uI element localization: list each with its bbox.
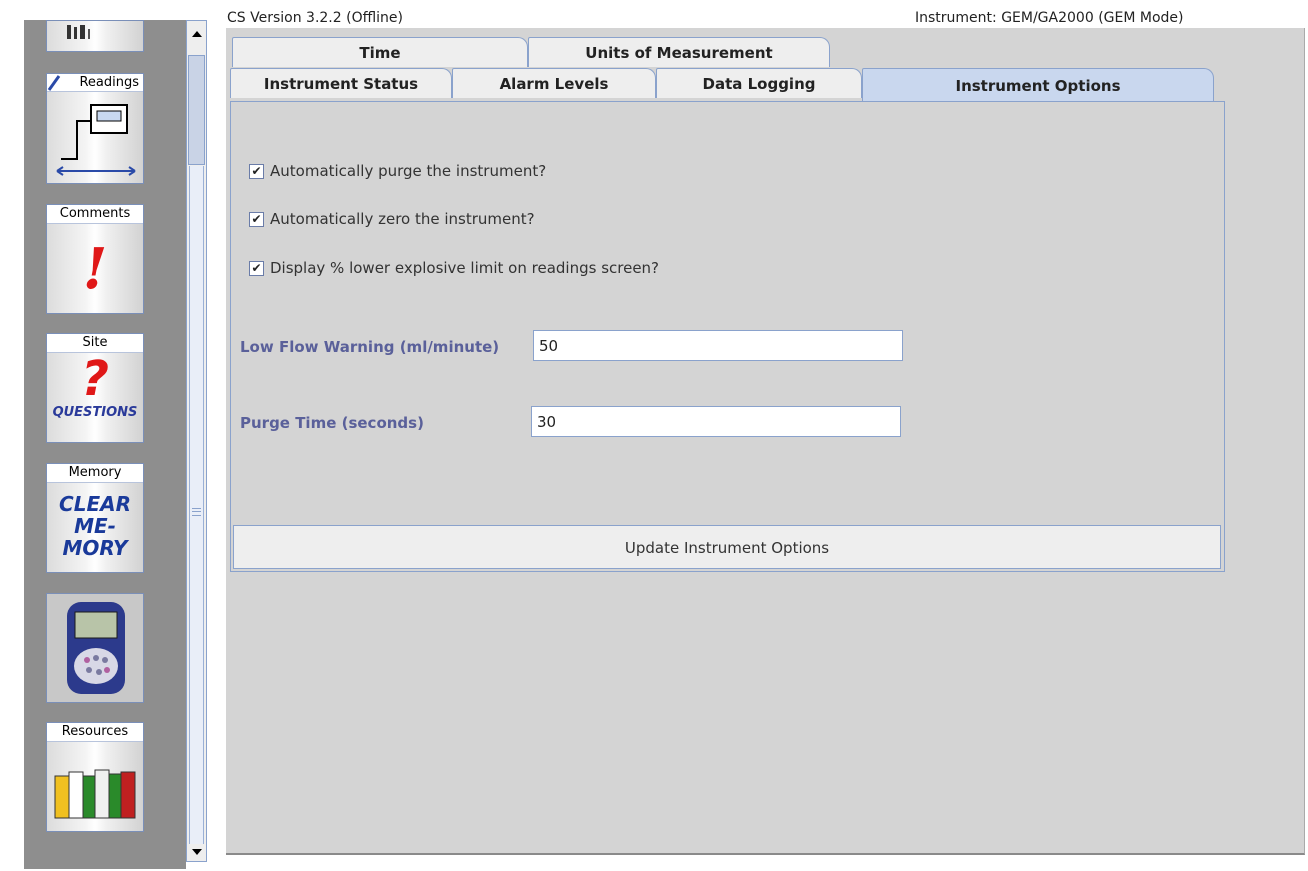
display-lel-checkbox[interactable]: ✔ bbox=[249, 260, 264, 276]
books-icon bbox=[54, 769, 136, 819]
tab-time[interactable]: Time bbox=[232, 37, 528, 67]
sidebar-item-device[interactable] bbox=[46, 593, 144, 703]
sidebar-item-label: Readings bbox=[47, 74, 143, 92]
sidebar-item-resources[interactable]: Resources bbox=[46, 722, 144, 832]
auto-purge-option[interactable]: ✔ Automatically purge the instrument? bbox=[249, 162, 546, 180]
update-instrument-options-button[interactable]: Update Instrument Options bbox=[233, 525, 1221, 569]
scroll-up-arrow-icon[interactable] bbox=[188, 26, 205, 42]
sidebar: Readings Comments ! Site ? QUESTIONS Mem… bbox=[24, 20, 186, 869]
clear-caption: CLEAR bbox=[59, 492, 131, 516]
scroll-down-arrow-icon[interactable] bbox=[188, 844, 205, 860]
sidebar-item-readings[interactable]: Readings bbox=[46, 73, 144, 184]
auto-purge-label: Automatically purge the instrument? bbox=[270, 162, 547, 180]
tab-units-of-measurement[interactable]: Units of Measurement bbox=[528, 37, 830, 67]
sidebar-item-label: Resources bbox=[47, 723, 143, 742]
instrument-options-panel: ✔ Automatically purge the instrument? ✔ … bbox=[230, 101, 1225, 572]
tab-data-logging[interactable]: Data Logging bbox=[656, 68, 862, 98]
sidebar-item-partial[interactable] bbox=[46, 20, 144, 52]
auto-zero-checkbox[interactable]: ✔ bbox=[249, 211, 264, 227]
tab-instrument-status[interactable]: Instrument Status bbox=[230, 68, 452, 98]
sidebar-scrollbar[interactable] bbox=[186, 20, 207, 862]
low-flow-warning-input[interactable] bbox=[533, 330, 903, 361]
gas-analyser-device-icon bbox=[67, 602, 125, 694]
auto-purge-checkbox[interactable]: ✔ bbox=[249, 163, 264, 179]
sidebar-item-site[interactable]: Site ? QUESTIONS bbox=[46, 333, 144, 443]
sidebar-item-label: Comments bbox=[47, 205, 143, 224]
scroll-grip-icon bbox=[192, 508, 201, 516]
purge-time-label: Purge Time (seconds) bbox=[240, 414, 424, 432]
question-icon: ? bbox=[81, 351, 109, 407]
memory-caption: ME-MORY bbox=[62, 514, 128, 560]
scroll-thumb[interactable] bbox=[188, 55, 205, 165]
clear-memory-icon: CLEAR ME-MORY bbox=[47, 483, 143, 572]
auto-zero-label: Automatically zero the instrument? bbox=[270, 210, 535, 228]
sidebar-item-label: Memory bbox=[47, 464, 143, 483]
sidebar-item-memory[interactable]: Memory CLEAR ME-MORY bbox=[46, 463, 144, 573]
purge-time-input[interactable] bbox=[531, 406, 901, 437]
sidebar-item-comments[interactable]: Comments ! bbox=[46, 204, 144, 314]
auto-zero-option[interactable]: ✔ Automatically zero the instrument? bbox=[249, 210, 535, 228]
instrument-label: Instrument: GEM/GA2000 (GEM Mode) bbox=[915, 10, 1184, 26]
tab-instrument-options[interactable]: Instrument Options bbox=[862, 68, 1214, 102]
display-lel-option[interactable]: ✔ Display % lower explosive limit on rea… bbox=[249, 259, 659, 277]
display-lel-label: Display % lower explosive limit on readi… bbox=[270, 259, 660, 277]
exclamation-icon: ! bbox=[82, 235, 108, 302]
readings-chart-icon bbox=[56, 104, 136, 176]
corner-tick-icon bbox=[47, 75, 61, 91]
questions-caption: QUESTIONS bbox=[52, 405, 138, 420]
low-flow-warning-label: Low Flow Warning (ml/minute) bbox=[240, 338, 500, 356]
tab-alarm-levels[interactable]: Alarm Levels bbox=[452, 68, 656, 98]
partial-icon bbox=[67, 25, 90, 39]
version-label: CS Version 3.2.2 (Offline) bbox=[227, 10, 403, 26]
